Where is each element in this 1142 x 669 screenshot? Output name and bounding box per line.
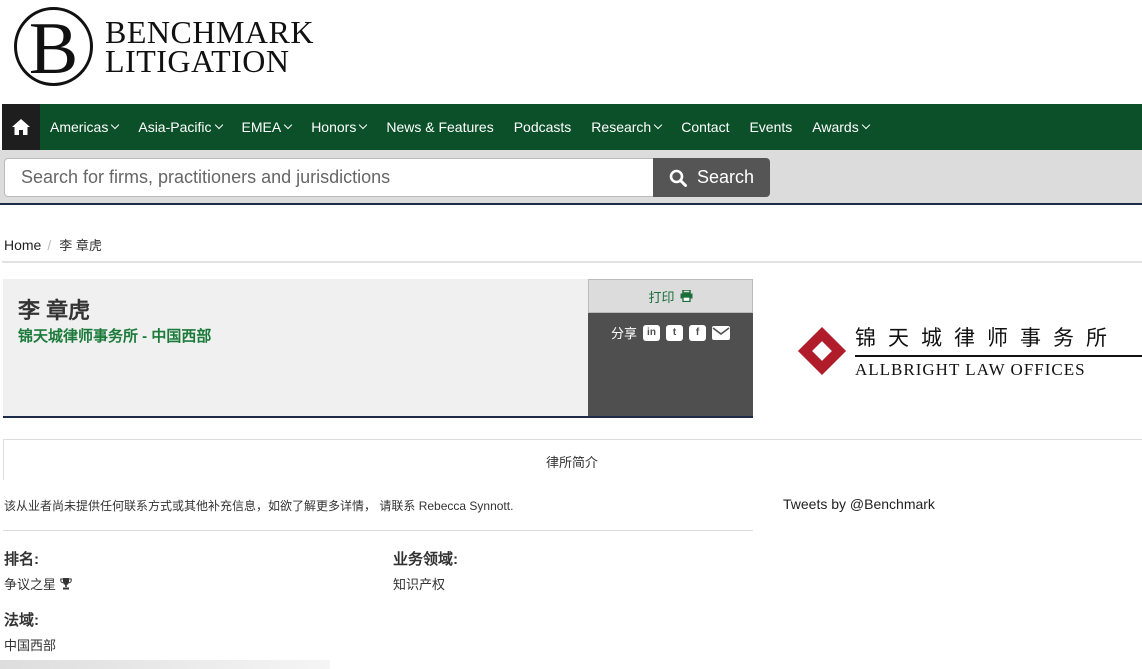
search-button[interactable]: Search	[653, 158, 770, 197]
firm-logo-rule	[855, 355, 1142, 357]
chevron-down-icon	[653, 120, 663, 130]
main-nav: Americas Asia-Pacific EMEA Honors News &…	[2, 104, 1142, 150]
jurisdiction-value: 中国西部	[4, 638, 57, 653]
practice-area-label: 业务领域:	[393, 551, 458, 568]
divider	[3, 530, 753, 531]
nav-item-asia-pacific[interactable]: Asia-Pacific	[128, 104, 231, 150]
share-row: 分享 in t f	[588, 323, 753, 342]
home-button[interactable]	[2, 104, 40, 150]
breadcrumb-home[interactable]: Home	[4, 237, 41, 253]
practitioner-name: 李 章虎	[18, 298, 91, 323]
actions-panel: 打印 分享 in t f	[588, 279, 753, 418]
firm-logo-diamond-icon	[797, 326, 847, 375]
contact-notice: 该从业者尚未提供任何联系方式或其他补充信息，如欲了解更多详情， 请联系 Rebe…	[4, 499, 514, 513]
nav-item-events[interactable]: Events	[739, 104, 802, 150]
search-input[interactable]: Search for firms, practitioners and juri…	[4, 158, 654, 197]
firm-logo: 锦天城律师事务所 ALLBRIGHT LAW OFFICES	[797, 322, 1142, 380]
chevron-down-icon	[283, 120, 293, 130]
firm-logo-english: ALLBRIGHT LAW OFFICES	[855, 359, 1086, 379]
chevron-down-icon	[359, 120, 368, 130]
jurisdiction-label: 法域:	[4, 612, 39, 629]
facebook-icon[interactable]: f	[689, 324, 706, 341]
nav-item-americas[interactable]: Americas	[40, 104, 128, 150]
divider	[2, 261, 1142, 263]
breadcrumb-separator: /	[47, 236, 52, 253]
chevron-down-icon	[861, 120, 870, 130]
chevron-down-icon	[111, 120, 120, 130]
logo-wordmark: BENCHMARK LITIGATION	[105, 16, 314, 79]
printer-icon	[680, 290, 692, 302]
trophy-icon	[60, 577, 72, 589]
practice-area-value: 知识产权	[393, 577, 446, 592]
chevron-down-icon	[214, 120, 223, 130]
logo-letter: B	[14, 7, 93, 86]
nav-item-contact[interactable]: Contact	[671, 104, 739, 150]
tweets-link[interactable]: Tweets by @Benchmark	[783, 496, 935, 512]
breadcrumb-current: 李 章虎	[59, 238, 102, 253]
tab-firm-profile[interactable]: 律所简介	[3, 439, 1142, 480]
nav-item-research[interactable]: Research	[581, 104, 671, 150]
home-icon	[12, 119, 30, 135]
site-logo[interactable]: B BENCHMARK LITIGATION	[14, 7, 314, 86]
ranking-value: 争议之星	[4, 574, 72, 593]
nav-item-podcasts[interactable]: Podcasts	[504, 104, 582, 150]
print-button[interactable]: 打印	[588, 279, 753, 313]
profile-card: 李 章虎 锦天城律师事务所 - 中国西部	[3, 279, 588, 418]
nav-item-awards[interactable]: Awards	[802, 104, 878, 150]
share-label: 分享	[610, 326, 637, 341]
overlay-shadow	[0, 660, 330, 669]
twitter-icon[interactable]: t	[666, 324, 683, 341]
ranking-label: 排名:	[4, 551, 39, 568]
nav-item-news-features[interactable]: News & Features	[376, 104, 503, 150]
nav-item-honors[interactable]: Honors	[301, 104, 376, 150]
search-icon	[669, 169, 687, 187]
logo-line-2: LITIGATION	[105, 42, 290, 79]
search-bar: Search for firms, practitioners and juri…	[0, 150, 1142, 205]
firm-logo-chinese: 锦天城律师事务所	[855, 326, 1119, 350]
breadcrumb: Home / 李 章虎	[4, 235, 102, 254]
email-icon[interactable]	[712, 325, 730, 340]
firm-link[interactable]: 锦天城律师事务所 - 中国西部	[18, 325, 211, 346]
linkedin-icon[interactable]: in	[643, 324, 660, 341]
nav-item-emea[interactable]: EMEA	[232, 104, 302, 150]
contact-link[interactable]: 请联系 Rebecca Synnott.	[379, 499, 513, 513]
